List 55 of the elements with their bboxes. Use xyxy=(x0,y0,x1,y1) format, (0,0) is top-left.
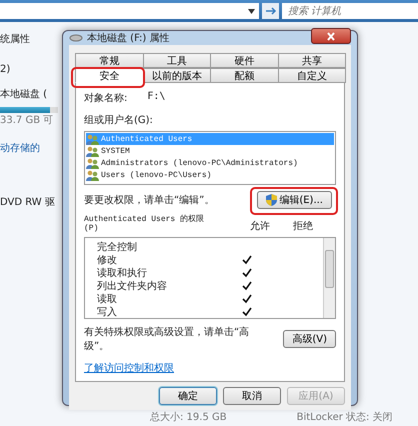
toolbar-item[interactable]: 统属性 xyxy=(0,32,30,46)
tab[interactable]: 配额 xyxy=(210,68,278,83)
permission-name: 读取 xyxy=(97,292,118,306)
tab[interactable]: 常规 xyxy=(75,53,144,68)
tab[interactable]: 共享 xyxy=(278,53,346,68)
search-field[interactable]: 搜索 计算机 xyxy=(282,3,418,19)
scrollbar[interactable] xyxy=(323,238,335,318)
shield-icon xyxy=(266,194,278,206)
permission-name: 写入 xyxy=(97,306,118,318)
window-title: 本地磁盘 (F:) 属性 xyxy=(87,32,171,45)
user-list[interactable]: Authenticated Users SYSTEM Administrators (lenovo-PC\Administrators) Users (lenovo-PC\Users) xyxy=(84,131,336,185)
permission-name: 完全控制 xyxy=(97,240,138,254)
user-item[interactable]: SYSTEM xyxy=(86,145,334,157)
tab[interactable]: 工具 xyxy=(142,53,211,68)
users-icon xyxy=(86,134,99,144)
object-value: F:\ xyxy=(147,91,166,104)
dialog-button[interactable]: 确定 xyxy=(159,387,217,405)
user-item[interactable]: Administrators (lenovo-PC\Administrators) xyxy=(86,157,334,169)
bitlocker-status: BitLocker 状态: 关闭 xyxy=(296,410,393,424)
tab[interactable]: 安全 xyxy=(75,68,144,83)
refresh-icon xyxy=(264,6,276,16)
permissions-key: (P) xyxy=(84,224,240,233)
total-size: 总大小: 19.5 GB xyxy=(150,410,227,424)
advanced-button[interactable]: 高级(V) xyxy=(283,330,336,348)
permission-name: 修改 xyxy=(97,254,118,266)
permissions-title: Authenticated Users 的权限 xyxy=(84,214,206,224)
address-field[interactable] xyxy=(0,3,259,19)
drive-free-space: 33.7 GB 可 xyxy=(0,114,54,127)
close-icon xyxy=(326,32,336,40)
edit-hint: 要更改权限，请单击“编辑”。 xyxy=(84,194,214,207)
dialog-button[interactable]: 取消 xyxy=(223,387,281,405)
section-heading: 2) xyxy=(0,64,10,75)
advanced-hint: 有关特殊权限或高级设置，请单击“高级”。 xyxy=(84,326,250,353)
drive-name: 本地磁盘 ( xyxy=(0,88,48,101)
users-icon xyxy=(86,170,99,180)
object-label: 对象名称: xyxy=(84,92,128,105)
drive-name: DVD RW 驱 xyxy=(0,196,55,209)
tab[interactable]: 硬件 xyxy=(210,53,278,68)
refresh-button[interactable] xyxy=(262,3,279,19)
permission-name: 列出文件夹内容 xyxy=(97,280,168,292)
section-heading: 动存储的 xyxy=(0,142,40,155)
user-item[interactable]: Users (lenovo-PC\Users) xyxy=(86,169,334,181)
groups-label: 组或用户名(G): xyxy=(84,114,154,127)
allow-header: 允许 xyxy=(249,220,271,233)
dropdown-icon[interactable] xyxy=(248,8,255,14)
users-icon xyxy=(86,158,99,168)
users-icon xyxy=(86,146,99,156)
close-button[interactable] xyxy=(311,28,351,44)
tab[interactable]: 以前的版本 xyxy=(142,68,211,83)
permission-name: 读取和执行 xyxy=(97,266,148,280)
deny-header: 拒绝 xyxy=(292,220,314,233)
edit-button[interactable]: 编辑(E)... xyxy=(257,191,332,209)
help-link[interactable]: 了解访问控制和权限 xyxy=(84,361,174,375)
drive-icon xyxy=(69,33,83,43)
tab[interactable]: 自定义 xyxy=(278,68,346,83)
